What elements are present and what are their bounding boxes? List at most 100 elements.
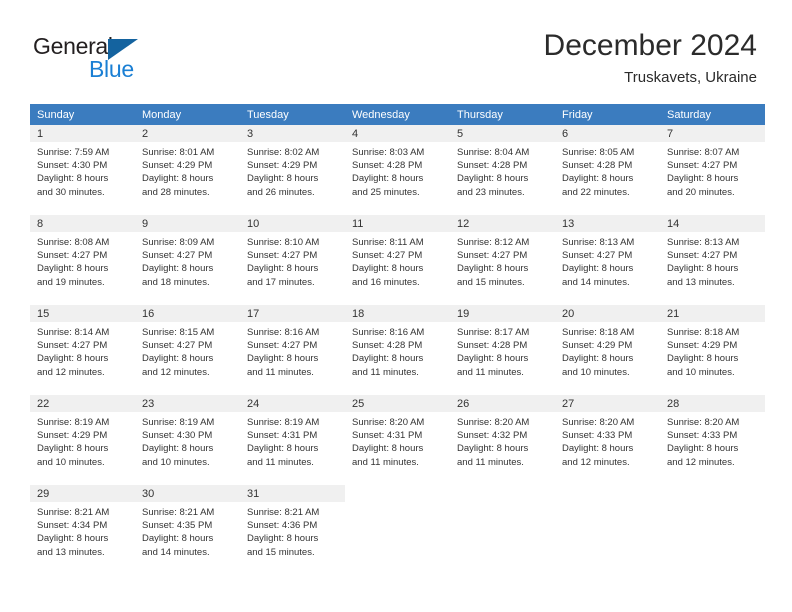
day-cell[interactable]: 11 Sunrise: 8:11 AM Sunset: 4:27 PM Dayligh… — [345, 215, 450, 305]
calendar-cell: 12 Sunrise: 8:12 AM Sunset: 4:27 PM Dayligh… — [450, 215, 555, 305]
calendar-cell: 10 Sunrise: 8:10 AM Sunset: 4:27 PM Dayligh… — [240, 215, 345, 305]
day-cell[interactable]: 17 Sunrise: 8:16 AM Sunset: 4:27 PM Dayligh… — [240, 305, 345, 395]
day-number: 17 — [240, 305, 345, 322]
day-cell[interactable]: 8 Sunrise: 8:08 AM Sunset: 4:27 PM Daylight… — [30, 215, 135, 305]
day-details: Sunrise: 8:12 AM Sunset: 4:27 PM Daylight:… — [450, 232, 555, 289]
daylight-duration-line1: Daylight: 8 hours — [457, 263, 529, 275]
day-cell[interactable]: 3 Sunrise: 8:02 AM Sunset: 4:29 PM Daylight… — [240, 125, 345, 215]
day-cell[interactable]: 2 Sunrise: 8:01 AM Sunset: 4:29 PM Daylight… — [135, 125, 240, 215]
calendar-cell: 1 Sunrise: 7:59 AM Sunset: 4:30 PM Daylight… — [30, 125, 135, 215]
day-number: 12 — [450, 215, 555, 232]
daylight-duration-line2: and 14 minutes. — [562, 276, 630, 288]
calendar-cell: 26 Sunrise: 8:20 AM Sunset: 4:32 PM Dayligh… — [450, 395, 555, 485]
day-cell[interactable]: 1 Sunrise: 7:59 AM Sunset: 4:30 PM Daylight… — [30, 125, 135, 215]
day-cell[interactable]: 26 Sunrise: 8:20 AM Sunset: 4:32 PM Dayligh… — [450, 395, 555, 485]
day-details: Sunrise: 8:14 AM Sunset: 4:27 PM Daylight:… — [30, 322, 135, 379]
brand-logo[interactable]: General Blue — [33, 33, 213, 83]
daylight-duration-line1: Daylight: 8 hours — [667, 353, 739, 365]
day-cell[interactable]: 14 Sunrise: 8:13 AM Sunset: 4:27 PM Dayligh… — [660, 215, 765, 305]
day-number: 19 — [450, 305, 555, 322]
day-details: Sunrise: 8:19 AM Sunset: 4:29 PM Daylight:… — [30, 412, 135, 469]
day-number — [660, 485, 765, 502]
daylight-duration-line1: Daylight: 8 hours — [142, 263, 214, 275]
day-cell[interactable]: 5 Sunrise: 8:04 AM Sunset: 4:28 PM Daylight… — [450, 125, 555, 215]
sunrise-time: Sunrise: 8:16 AM — [352, 327, 425, 338]
day-cell[interactable]: 18 Sunrise: 8:16 AM Sunset: 4:28 PM Dayligh… — [345, 305, 450, 395]
daylight-duration-line2: and 11 minutes. — [457, 366, 524, 378]
day-cell[interactable]: 6 Sunrise: 8:05 AM Sunset: 4:28 PM Daylight… — [555, 125, 660, 215]
day-cell[interactable]: 9 Sunrise: 8:09 AM Sunset: 4:27 PM Daylight… — [135, 215, 240, 305]
day-cell[interactable]: 25 Sunrise: 8:20 AM Sunset: 4:31 PM Dayligh… — [345, 395, 450, 485]
calendar-cell: 4 Sunrise: 8:03 AM Sunset: 4:28 PM Daylight… — [345, 125, 450, 215]
daylight-duration-line1: Daylight: 8 hours — [352, 353, 424, 365]
sunset-time: Sunset: 4:29 PM — [667, 340, 738, 352]
daylight-duration-line2: and 14 minutes. — [142, 546, 210, 558]
sunrise-time: Sunrise: 8:15 AM — [142, 327, 215, 338]
day-cell[interactable]: 20 Sunrise: 8:18 AM Sunset: 4:29 PM Dayligh… — [555, 305, 660, 395]
sunrise-time: Sunrise: 8:07 AM — [667, 147, 740, 158]
day-cell[interactable]: 21 Sunrise: 8:18 AM Sunset: 4:29 PM Dayligh… — [660, 305, 765, 395]
calendar-cell: 17 Sunrise: 8:16 AM Sunset: 4:27 PM Dayligh… — [240, 305, 345, 395]
calendar-cell: 22 Sunrise: 8:19 AM Sunset: 4:29 PM Dayligh… — [30, 395, 135, 485]
sunrise-time: Sunrise: 8:19 AM — [37, 417, 110, 428]
sunrise-time: Sunrise: 8:02 AM — [247, 147, 320, 158]
sunset-time: Sunset: 4:27 PM — [667, 160, 738, 172]
weekday-header-friday: Friday — [555, 104, 660, 125]
sunrise-time: Sunrise: 8:10 AM — [247, 237, 320, 248]
sunrise-time: Sunrise: 8:04 AM — [457, 147, 530, 158]
day-cell[interactable]: 19 Sunrise: 8:17 AM Sunset: 4:28 PM Dayligh… — [450, 305, 555, 395]
day-cell[interactable]: 10 Sunrise: 8:10 AM Sunset: 4:27 PM Dayligh… — [240, 215, 345, 305]
calendar-cell — [555, 485, 660, 575]
daylight-duration-line1: Daylight: 8 hours — [562, 263, 634, 275]
day-number: 13 — [555, 215, 660, 232]
daylight-duration-line2: and 10 minutes. — [667, 366, 735, 378]
day-number: 28 — [660, 395, 765, 412]
calendar-cell: 19 Sunrise: 8:17 AM Sunset: 4:28 PM Dayligh… — [450, 305, 555, 395]
page-header: General Blue December 2024 Truskavets, U… — [0, 0, 792, 104]
day-number: 25 — [345, 395, 450, 412]
day-cell[interactable]: 7 Sunrise: 8:07 AM Sunset: 4:27 PM Daylight… — [660, 125, 765, 215]
day-cell[interactable]: 22 Sunrise: 8:19 AM Sunset: 4:29 PM Dayligh… — [30, 395, 135, 485]
sunset-time: Sunset: 4:27 PM — [142, 340, 213, 352]
daylight-duration-line1: Daylight: 8 hours — [457, 443, 529, 455]
day-cell[interactable]: 29 Sunrise: 8:21 AM Sunset: 4:34 PM Dayligh… — [30, 485, 135, 575]
empty-day-cell — [345, 485, 450, 575]
daylight-duration-line2: and 12 minutes. — [142, 366, 210, 378]
day-details: Sunrise: 8:10 AM Sunset: 4:27 PM Daylight:… — [240, 232, 345, 289]
sunrise-time: Sunrise: 8:03 AM — [352, 147, 425, 158]
day-number — [345, 485, 450, 502]
sunrise-time: Sunrise: 8:08 AM — [37, 237, 110, 248]
sunrise-time: Sunrise: 7:59 AM — [37, 147, 110, 158]
day-cell[interactable]: 31 Sunrise: 8:21 AM Sunset: 4:36 PM Dayligh… — [240, 485, 345, 575]
day-cell[interactable]: 15 Sunrise: 8:14 AM Sunset: 4:27 PM Dayligh… — [30, 305, 135, 395]
day-cell[interactable]: 4 Sunrise: 8:03 AM Sunset: 4:28 PM Daylight… — [345, 125, 450, 215]
page-title: December 2024 — [543, 29, 757, 62]
sunset-time: Sunset: 4:27 PM — [457, 250, 528, 262]
calendar-cell: 6 Sunrise: 8:05 AM Sunset: 4:28 PM Daylight… — [555, 125, 660, 215]
day-cell[interactable]: 13 Sunrise: 8:13 AM Sunset: 4:27 PM Dayligh… — [555, 215, 660, 305]
empty-day-cell — [660, 485, 765, 575]
sunrise-time: Sunrise: 8:14 AM — [37, 327, 110, 338]
daylight-duration-line1: Daylight: 8 hours — [562, 443, 634, 455]
day-number: 7 — [660, 125, 765, 142]
sunset-time: Sunset: 4:29 PM — [142, 160, 213, 172]
day-cell[interactable]: 28 Sunrise: 8:20 AM Sunset: 4:33 PM Dayligh… — [660, 395, 765, 485]
day-cell[interactable]: 30 Sunrise: 8:21 AM Sunset: 4:35 PM Dayligh… — [135, 485, 240, 575]
day-cell[interactable]: 24 Sunrise: 8:19 AM Sunset: 4:31 PM Dayligh… — [240, 395, 345, 485]
daylight-duration-line2: and 10 minutes. — [37, 456, 105, 468]
sunset-time: Sunset: 4:28 PM — [457, 340, 528, 352]
daylight-duration-line1: Daylight: 8 hours — [247, 443, 319, 455]
sunrise-time: Sunrise: 8:20 AM — [352, 417, 425, 428]
sunset-time: Sunset: 4:33 PM — [562, 430, 633, 442]
daylight-duration-line1: Daylight: 8 hours — [667, 263, 739, 275]
sunrise-time: Sunrise: 8:18 AM — [667, 327, 740, 338]
day-cell[interactable]: 27 Sunrise: 8:20 AM Sunset: 4:33 PM Dayligh… — [555, 395, 660, 485]
sunset-time: Sunset: 4:29 PM — [37, 430, 108, 442]
day-details: Sunrise: 8:21 AM Sunset: 4:35 PM Daylight:… — [135, 502, 240, 559]
day-cell[interactable]: 23 Sunrise: 8:19 AM Sunset: 4:30 PM Dayligh… — [135, 395, 240, 485]
sunrise-time: Sunrise: 8:21 AM — [247, 507, 320, 518]
sunset-time: Sunset: 4:32 PM — [457, 430, 528, 442]
day-cell[interactable]: 12 Sunrise: 8:12 AM Sunset: 4:27 PM Dayligh… — [450, 215, 555, 305]
sunrise-time: Sunrise: 8:11 AM — [352, 237, 424, 248]
day-cell[interactable]: 16 Sunrise: 8:15 AM Sunset: 4:27 PM Dayligh… — [135, 305, 240, 395]
